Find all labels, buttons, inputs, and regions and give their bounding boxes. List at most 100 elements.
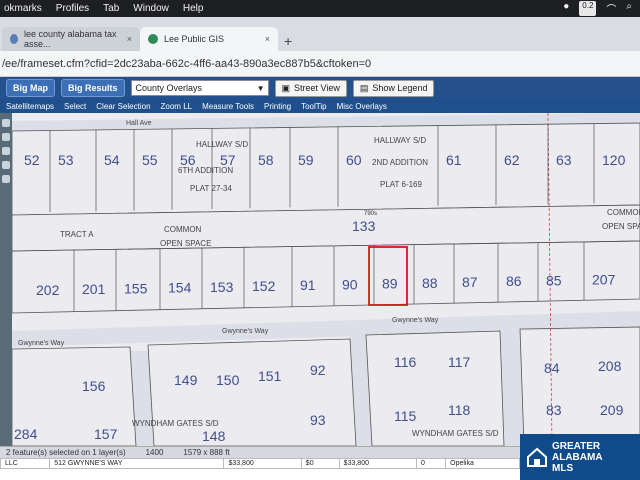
tab-lee-public-gis[interactable]: Lee Public GIS × [140,27,278,51]
lot-label-93[interactable]: 93 [310,412,326,428]
lot-label-91[interactable]: 91 [300,277,316,293]
lot-label-92[interactable]: 92 [310,362,326,378]
close-icon[interactable]: × [127,34,132,44]
lot-label-87[interactable]: 87 [462,274,478,290]
menu-profiles[interactable]: Profiles [56,3,89,14]
menu-window[interactable]: Window [133,3,169,14]
tool-printing[interactable]: Printing [264,102,291,111]
lot-label-151[interactable]: 151 [258,368,282,384]
street-label-gwynnes-way-2: Gwynne's Way [18,340,65,347]
table-cell: 512 GWYNNE'S WAY [49,458,225,469]
area-label-common: COMMON [164,225,202,234]
lot-label-152[interactable]: 152 [252,278,276,294]
map-tools-row: Satellitemaps Select Clear Selection Zoo… [0,99,640,113]
lot-label-55[interactable]: 55 [142,152,158,168]
tool-zoom-ll[interactable]: Zoom LL [161,102,193,111]
tab-tax-assessor[interactable]: lee county alabama tax asse... × [2,27,140,51]
parcel-map[interactable]: 52 53 54 55 56 57 58 59 60 61 62 63 120 202 201 155 154 1… [12,113,640,446]
battery-status[interactable]: 0.2 [579,1,597,16]
info-icon[interactable] [2,175,10,183]
lot-label-59[interactable]: 59 [298,152,314,168]
lot-label-52[interactable]: 52 [24,152,40,168]
lot-label-63[interactable]: 63 [556,152,572,168]
big-map-button[interactable]: Big Map [6,79,55,97]
lot-label-58[interactable]: 58 [258,152,274,168]
tool-select[interactable]: Select [64,102,86,111]
menu-help[interactable]: Help [183,3,204,14]
street-view-button[interactable]: ▣ Street View [274,79,347,97]
search-icon[interactable]: ⌕ [626,1,632,16]
menubar-status-area: ● 0.2 ⌒ ⌕ [563,1,640,16]
lot-label-150[interactable]: 150 [216,372,240,388]
lot-label-89[interactable]: 89 [382,276,398,292]
tool-tooltip[interactable]: ToolTip [301,102,327,111]
lot-label-115[interactable]: 115 [394,408,417,424]
lot-label-148[interactable]: 148 [202,428,226,444]
lot-label-156[interactable]: 156 [82,378,106,394]
scale-value[interactable]: 1400 [146,448,164,457]
tool-misc-overlays[interactable]: Misc Overlays [337,102,387,111]
lot-label-202[interactable]: 202 [36,282,60,298]
dimension-label: 790s [364,211,377,217]
street-view-label: Street View [294,83,340,93]
street-label-gwynnes-way-3: Gwynne's Way [392,317,439,324]
lot-label-208[interactable]: 208 [598,358,622,374]
zoom-in-icon[interactable] [2,133,10,141]
lot-label-85[interactable]: 85 [546,272,562,288]
tool-measure[interactable]: Measure Tools [202,102,254,111]
area-label-tract-a: TRACT A [60,230,94,239]
overlay-select[interactable]: County Overlays ▼ [130,80,269,96]
lot-label-117[interactable]: 117 [448,354,471,370]
lot-label-62[interactable]: 62 [504,152,520,168]
chevron-down-icon: ▼ [256,83,265,93]
logo-line-2: ALABAMA [552,451,603,463]
lot-label-53[interactable]: 53 [58,152,74,168]
parcel-map-svg[interactable]: 52 53 54 55 56 57 58 59 60 61 62 63 120202 201 155 154 1… [12,113,640,446]
lot-label-54[interactable]: 54 [104,152,120,168]
tool-clear-selection[interactable]: Clear Selection [96,102,150,111]
lot-label-207[interactable]: 207 [592,272,616,288]
tab-title: lee county alabama tax asse... [23,29,117,49]
zoom-out-icon[interactable] [2,147,10,155]
big-results-button[interactable]: Big Results [61,79,125,97]
close-icon[interactable]: × [265,34,270,44]
url-text[interactable]: /ee/frameset.cfm?cfid=2dc23aba-662c-4ff6… [2,58,371,70]
lot-label-60[interactable]: 60 [346,152,362,168]
tool-satellitemaps[interactable]: Satellitemaps [6,102,54,111]
lot-label-284[interactable]: 284 [14,426,38,442]
lot-label-61[interactable]: 61 [446,152,462,168]
area-label-plat-27-34: PLAT 27-34 [190,184,233,193]
logo-line-3: MLS [552,462,574,474]
notification-icon[interactable]: ● [563,1,569,16]
area-label-open-space: OPEN SPACE [160,239,211,248]
legend-icon: ▤ [359,82,369,93]
wifi-icon[interactable]: ⌒ [606,1,616,16]
lot-label-209[interactable]: 209 [600,402,624,418]
lot-label-116[interactable]: 116 [394,354,417,370]
lot-label-88[interactable]: 88 [422,275,438,291]
lot-label-120[interactable]: 120 [602,152,626,168]
layers-icon[interactable] [2,161,10,169]
lot-label-153[interactable]: 153 [210,279,234,295]
menu-tab[interactable]: Tab [103,3,119,14]
new-tab-icon[interactable]: + [284,33,292,49]
table-row[interactable]: LLC 512 GWYNNE'S WAY $33,800 $0 $33,800 … [0,458,520,469]
lot-label-90[interactable]: 90 [342,276,358,292]
area-label-2nd-addition: 2ND ADDITION [372,158,428,167]
lot-label-86[interactable]: 86 [506,273,522,289]
menu-bookmarks[interactable]: okmarks [4,3,42,14]
lot-label-154[interactable]: 154 [168,280,192,296]
show-legend-button[interactable]: ▤ Show Legend [352,79,435,97]
lot-label-149[interactable]: 149 [174,372,198,388]
lot-label-118[interactable]: 118 [448,402,471,418]
lot-label-84[interactable]: 84 [544,360,560,376]
pan-icon[interactable] [2,119,10,127]
lot-label-201[interactable]: 201 [82,281,106,297]
map-size: 1579 x 888 ft [183,448,230,457]
lot-label-155[interactable]: 155 [124,280,148,296]
overlay-select-value: County Overlays [135,83,203,93]
lot-label-83[interactable]: 83 [546,402,562,418]
street-view-icon: ▣ [281,82,291,93]
lot-label-157[interactable]: 157 [94,426,118,442]
address-bar[interactable]: /ee/frameset.cfm?cfid=2dc23aba-662c-4ff6… [0,51,640,77]
